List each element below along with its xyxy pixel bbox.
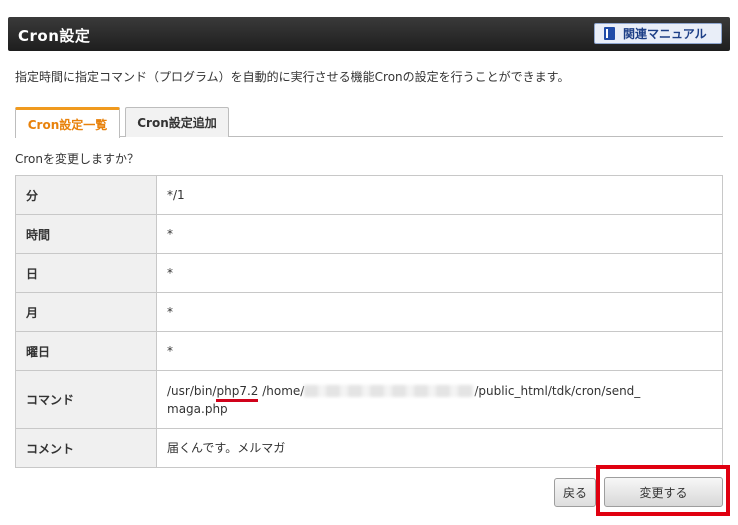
command-home: /home/	[258, 383, 305, 398]
redacted-path	[304, 385, 475, 397]
command-suffix: /public_html/tdk/cron/send_	[474, 383, 641, 398]
hour-value: *	[156, 214, 723, 254]
day-value: *	[156, 253, 723, 293]
tab-bar: Cron設定一覧 Cron設定追加	[15, 107, 723, 138]
table-row-hour: 時間 *	[15, 214, 723, 254]
book-icon	[604, 27, 615, 40]
comment-value: 届くんです。メルマガ	[156, 428, 723, 468]
table-row-comment: コメント 届くんです。メルマガ	[15, 428, 723, 468]
minute-label: 分	[15, 175, 157, 215]
table-row-command: コマンド /usr/bin/php7.2 /home/ /public_html/…	[15, 370, 723, 429]
minute-value: */1	[156, 175, 723, 215]
related-manual-label: 関連マニュアル	[623, 27, 707, 41]
page-header: Cron設定 関連マニュアル	[8, 17, 730, 51]
page-title: Cron設定	[18, 27, 91, 45]
command-php-version: php7.2	[216, 383, 259, 398]
day-label: 日	[15, 253, 157, 293]
table-row-day: 日 *	[15, 253, 723, 293]
related-manual-button[interactable]: 関連マニュアル	[594, 23, 722, 44]
page-description: 指定時間に指定コマンド（プログラム）を自動的に実行させる機能Cronの設定を行う…	[15, 70, 570, 84]
month-label: 月	[15, 292, 157, 332]
month-value: *	[156, 292, 723, 332]
table-row-month: 月 *	[15, 292, 723, 332]
command-label: コマンド	[15, 370, 157, 429]
hour-label: 時間	[15, 214, 157, 254]
command-prefix: /usr/bin/	[167, 383, 217, 398]
table-row-minute: 分 */1	[15, 175, 723, 215]
tab-cron-add[interactable]: Cron設定追加	[125, 107, 229, 137]
submit-change-button[interactable]: 変更する	[604, 477, 723, 507]
confirm-question: Cronを変更しますか？	[15, 152, 139, 166]
tab-cron-list[interactable]: Cron設定一覧	[15, 107, 120, 138]
comment-label: コメント	[15, 428, 157, 468]
command-value: /usr/bin/php7.2 /home/ /public_html/tdk/c…	[156, 370, 723, 429]
weekday-label: 曜日	[15, 331, 157, 371]
weekday-value: *	[156, 331, 723, 371]
cron-settings-table: 分 */1 時間 * 日 * 月 * 曜日 * コマンド /usr/bin/ph…	[15, 175, 723, 468]
command-line2: maga.php	[167, 401, 228, 416]
back-button[interactable]: 戻る	[554, 478, 596, 507]
table-row-weekday: 曜日 *	[15, 331, 723, 371]
